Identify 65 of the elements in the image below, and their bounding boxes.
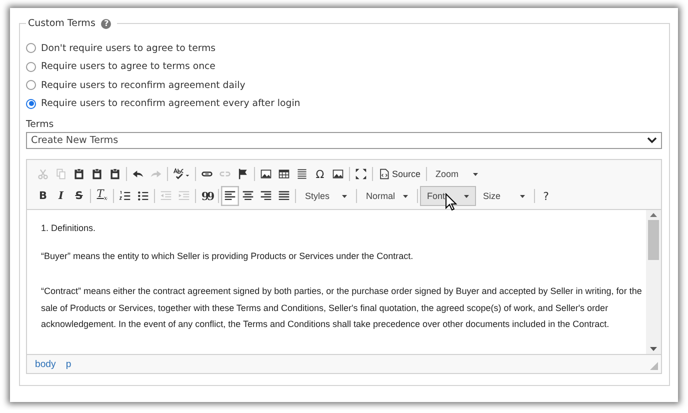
align-right-icon: [260, 190, 272, 202]
paragraph: “Contract” means either the contract agreement signed by both parties, or the purchase order signed by Buyer and accepted by Seller in writing, for the sale of Products or Services, together with these Terms and Conditions, Seller's final quotation, the agreed scope(s) of work, and Seller's order acknowledgement. In the event of any conflict, the Terms and Conditions shall take precedence over other documents included in the Contract.: [41, 285, 642, 331]
option-label[interactable]: Require users to agree to terms once: [41, 61, 216, 72]
horizontal-line-icon: [296, 168, 308, 180]
radio-button[interactable]: [26, 43, 36, 54]
align-left-button[interactable]: [221, 186, 239, 206]
dropdown[interactable]: Font: [420, 186, 476, 206]
dropdown[interactable]: Size: [476, 186, 532, 206]
help-icon[interactable]: ?: [101, 18, 112, 28]
dropdown[interactable]: Zoom: [428, 164, 485, 184]
bold-button[interactable]: B: [34, 186, 52, 206]
option-label[interactable]: Require users to reconfirm agreement daily: [41, 80, 246, 91]
caret-icon: [403, 194, 408, 198]
redo-icon: [150, 168, 162, 180]
clipboard-icon: [91, 168, 103, 180]
table-icon: [278, 168, 290, 180]
resize-grip-icon[interactable]: [650, 362, 658, 370]
radio-button[interactable]: [26, 98, 36, 109]
scroll-up-icon[interactable]: [650, 213, 657, 217]
align-left-icon: [224, 190, 236, 202]
indent-icon: [178, 190, 190, 202]
bulleted-list-icon: [137, 190, 149, 202]
image-icon: [260, 168, 272, 180]
dropdown[interactable]: Styles: [298, 186, 354, 206]
scroll-thumb[interactable]: [648, 220, 659, 260]
caret-icon: [520, 194, 525, 198]
field-label: Terms: [26, 119, 55, 130]
caret-icon: [464, 194, 469, 198]
paragraph: “Buyer” means the entity to which Seller is providing Products or Services under the Contract.: [41, 250, 414, 263]
clear-format-button[interactable]: T$_{x}$: [93, 186, 111, 206]
radio-button[interactable]: [26, 80, 36, 90]
flag-icon: [237, 168, 249, 180]
outdent-icon: [160, 190, 172, 202]
justify-icon: [278, 190, 290, 202]
numbered-list-icon: [119, 190, 131, 202]
caret-icon: [342, 194, 347, 198]
copy-icon: [55, 168, 67, 180]
strikethrough-button[interactable]: S: [70, 186, 88, 206]
radio-button[interactable]: [26, 62, 36, 72]
italic-button[interactable]: I: [52, 186, 70, 206]
image-icon: [332, 168, 344, 180]
option-label[interactable]: Require users to reconfirm agreement every after login: [41, 98, 300, 110]
caret-icon: [472, 172, 478, 176]
align-center-icon: [242, 190, 254, 202]
section-title: Custom Terms: [28, 18, 96, 29]
path-link[interactable]: p: [66, 358, 72, 370]
toolbar-button[interactable]: ?: [537, 186, 555, 206]
document-icon: [378, 168, 390, 180]
toolbar-button[interactable]: Ω: [311, 164, 329, 184]
maximize-icon: [355, 168, 367, 180]
source-button[interactable]: Source: [375, 164, 424, 184]
scroll-down-icon[interactable]: [650, 347, 657, 351]
terms-dropdown[interactable]: Create New Terms: [26, 132, 662, 149]
paragraph: 1. Definitions.: [41, 222, 97, 235]
clipboard-icon: [73, 168, 85, 180]
cut-icon: [37, 168, 49, 180]
chevron-icon: [647, 137, 657, 144]
dropdown[interactable]: Normal: [359, 186, 415, 206]
option-label[interactable]: Don't require users to agree to terms: [41, 42, 216, 54]
scrollbar[interactable]: [646, 210, 661, 354]
path-link[interactable]: body: [35, 358, 56, 370]
blockquote-button[interactable]: 99: [198, 186, 216, 206]
clipboard-icon: [109, 168, 121, 180]
spellcheck-icon: [173, 168, 190, 180]
undo-icon: [132, 168, 144, 180]
